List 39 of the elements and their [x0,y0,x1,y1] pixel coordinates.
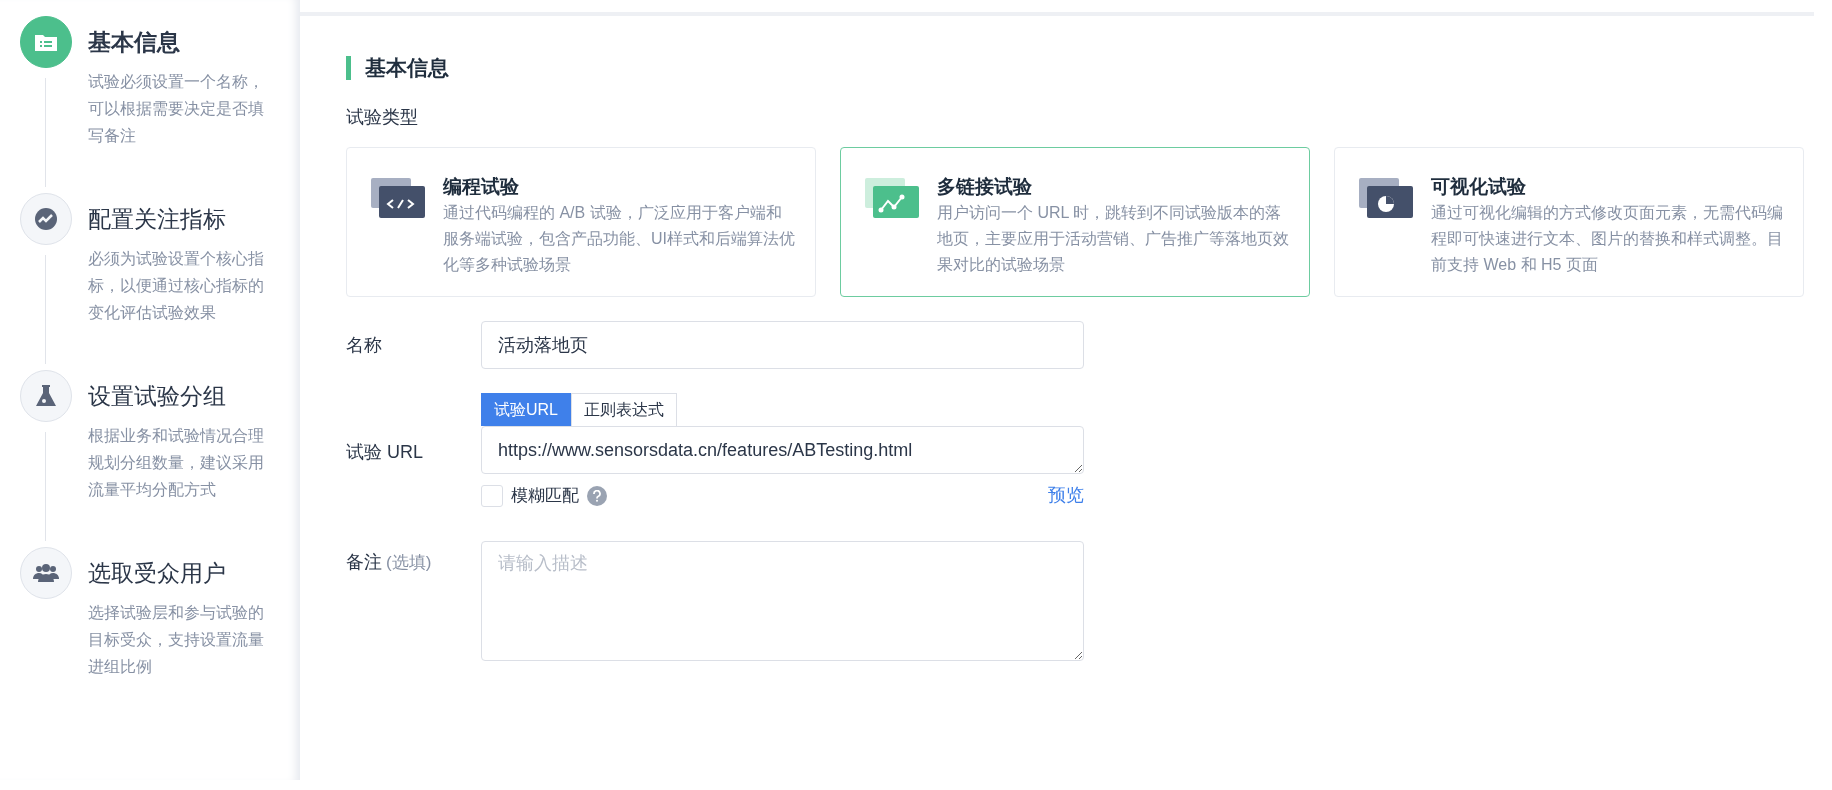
step-description: 试验必须设置一个名称，可以根据需要决定是否填写备注 [88,72,265,146]
card-title: 多链接试验 [937,175,1033,199]
notes-input[interactable]: 请输入描述 [481,541,1084,661]
trend-icon [34,207,58,231]
flask-icon [35,384,57,408]
step-description: 必须为试验设置个核心指标，以便通过核心指标的变化评估试验效果 [88,249,265,323]
url-mode-tab[interactable]: 试验URL [481,393,571,426]
experiment-type-card[interactable]: 编程试验 通过代码编程的 A/B 试验，广泛应用于客户端和服务端试验，包含产品功能、UI样式和后端算法优化等多种试验场景 [346,147,816,297]
preview-link[interactable]: 预览 [1048,482,1084,509]
step-title[interactable]: 配置关注指标 [88,193,278,245]
line-chart-window-icon [865,178,919,218]
optional-hint: (选填) [386,553,432,572]
help-icon[interactable] [587,485,607,506]
document-list-icon [34,32,58,52]
users-icon [33,563,59,583]
field-label: 备注 [346,552,382,572]
field-label: 试验类型 [346,106,419,129]
name-input[interactable]: 活动落地页 [481,321,1084,369]
experiment-type-card[interactable]: 可视化试验 通过可视化编辑的方式修改页面元素，无需代码编程即可快速进行文本、图片的替换和样式调整。目前支持 Web 和 H5 页面 [1334,147,1804,297]
field-label: 名称 [346,333,383,357]
code-window-icon [371,178,425,218]
card-title: 编程试验 [443,175,520,199]
section-title: 基本信息 [346,56,1804,80]
url-input[interactable]: https://www.sensorsdata.cn/features/ABTesting.html [481,426,1084,474]
card-description: 通过代码编程的 A/B 试验，广泛应用于客户端和服务端试验，包含产品功能、UI样式和后端算法优化等多种试验场景 [443,203,795,275]
card-title: 可视化试验 [1431,175,1527,199]
checkbox[interactable] [481,484,503,507]
experiment-type-card[interactable]: 多链接试验 用户访问一个 URL 时，跳转到不同试验版本的落地页，主要应用于活动营销、广告推广等落地页效果对比的试验场景 [840,147,1310,297]
checkbox-label: 模糊匹配 [511,484,579,507]
step-description: 选择试验层和参与试验的目标受众，支持设置流量进组比例 [88,603,265,677]
field-label: 试验 URL [346,441,424,464]
card-description: 用户访问一个 URL 时，跳转到不同试验版本的落地页，主要应用于活动营销、广告推广等落地页效果对比的试验场景 [937,203,1289,275]
step-title[interactable]: 设置试验分组 [88,370,278,422]
step-title[interactable]: 基本信息 [88,16,278,68]
card-description: 通过可视化编辑的方式修改页面元素，无需代码编程即可快速进行文本、图片的替换和样式调整。目前支持 Web 和 H5 页面 [1431,203,1783,275]
pie-chart-window-icon [1359,178,1413,218]
url-mode-tab[interactable]: 正则表达式 [571,393,677,426]
step-description: 根据业务和试验情况合理规划分组数量，建议采用流量平均分配方式 [88,426,265,500]
step-title[interactable]: 选取受众用户 [88,547,278,599]
